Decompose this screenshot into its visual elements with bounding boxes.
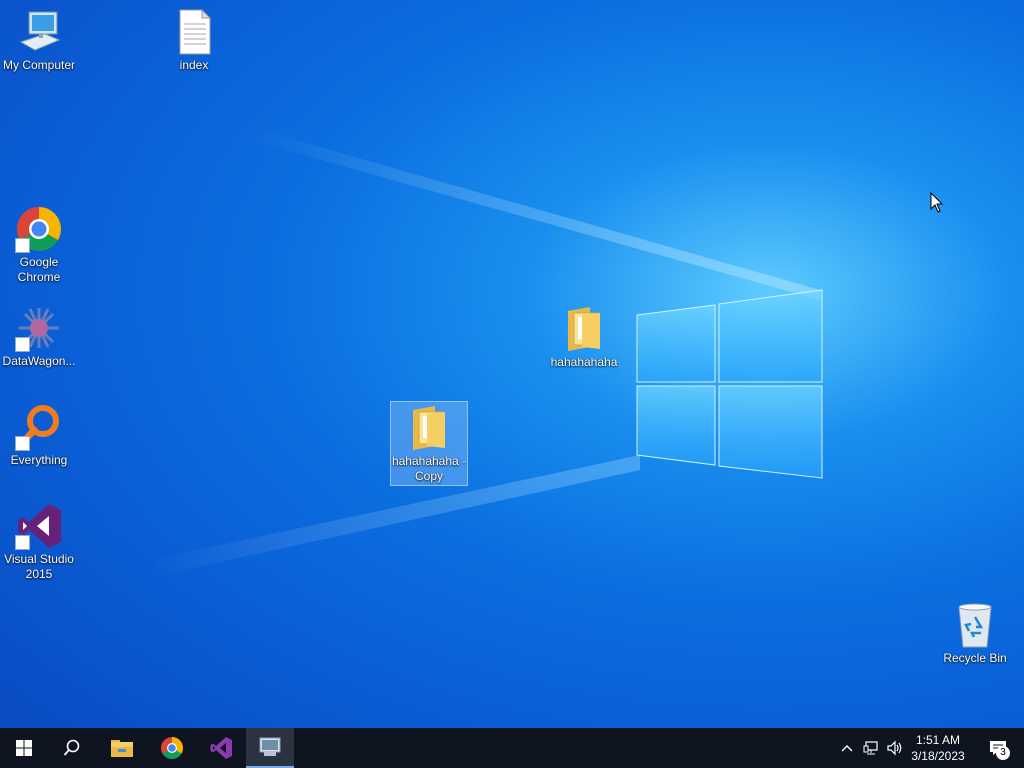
desktop[interactable]: My Computer index Google Chrome DataWago… — [0, 0, 1024, 728]
taskbar-visual-studio[interactable] — [197, 728, 245, 768]
taskbar-chrome[interactable] — [148, 728, 196, 768]
folder-icon — [405, 404, 453, 452]
taskbar-clock[interactable]: 1:51 AM 3/18/2023 — [902, 732, 974, 764]
desktop-icon-my-computer[interactable]: My Computer — [1, 8, 77, 73]
desktop-icon-folder-hahahahaha[interactable]: hahahahaha — [546, 305, 622, 370]
computer-icon — [15, 8, 63, 56]
text-file-icon — [170, 8, 218, 56]
start-button[interactable] — [0, 728, 48, 768]
recycle-bin-icon — [951, 601, 999, 649]
datawagon-icon — [15, 304, 63, 352]
icon-label: DataWagon... — [2, 354, 76, 368]
desktop-icon-folder-hahahahaha-copy[interactable]: hahahahaha - Copy — [390, 401, 468, 486]
notification-count-badge: 3 — [996, 746, 1010, 760]
windows-logo-wallpaper — [600, 260, 900, 520]
clock-date: 3/18/2023 — [911, 749, 965, 763]
icon-label: Visual Studio 2015 — [4, 552, 74, 581]
desktop-icon-datawagon[interactable]: DataWagon... — [1, 304, 77, 369]
show-hidden-icons-chevron-icon[interactable] — [839, 740, 855, 756]
action-center-button[interactable]: 3 — [980, 728, 1016, 768]
everything-search-icon — [15, 403, 63, 451]
icon-label: Google Chrome — [17, 255, 61, 284]
start-icon — [16, 740, 32, 756]
icon-label: Everything — [10, 453, 68, 467]
search-button[interactable] — [48, 728, 96, 768]
icon-label: hahahahaha - Copy — [391, 454, 467, 483]
icon-label: My Computer — [2, 58, 76, 72]
volume-icon[interactable] — [886, 740, 902, 756]
desktop-icon-recycle-bin[interactable]: Recycle Bin — [937, 601, 1013, 666]
icon-label: Recycle Bin — [943, 651, 1007, 665]
icon-label: hahahahaha — [550, 355, 618, 369]
remote-app-icon — [259, 737, 281, 756]
taskbar-file-explorer[interactable] — [98, 728, 146, 768]
network-icon[interactable] — [863, 740, 879, 756]
clock-time: 1:51 AM — [915, 733, 961, 747]
shortcut-arrow-icon — [15, 337, 30, 352]
taskbar: 1:51 AM 3/18/2023 3 — [0, 728, 1024, 768]
icon-label: index — [179, 58, 209, 72]
search-icon — [63, 739, 80, 756]
taskbar-remote-app[interactable] — [246, 728, 294, 768]
chrome-icon — [15, 205, 63, 253]
shortcut-arrow-icon — [15, 238, 30, 253]
shortcut-arrow-icon — [15, 535, 30, 550]
visual-studio-icon — [210, 737, 232, 759]
file-explorer-icon — [111, 740, 133, 757]
desktop-icon-index[interactable]: index — [156, 8, 232, 73]
folder-icon — [560, 305, 608, 353]
visual-studio-icon — [15, 502, 63, 550]
desktop-icon-google-chrome[interactable]: Google Chrome — [1, 205, 77, 285]
mouse-cursor-icon — [930, 192, 944, 213]
chrome-icon — [161, 737, 183, 759]
shortcut-arrow-icon — [15, 436, 30, 451]
desktop-icon-everything[interactable]: Everything — [1, 403, 77, 468]
desktop-icon-visual-studio[interactable]: Visual Studio 2015 — [1, 502, 77, 582]
